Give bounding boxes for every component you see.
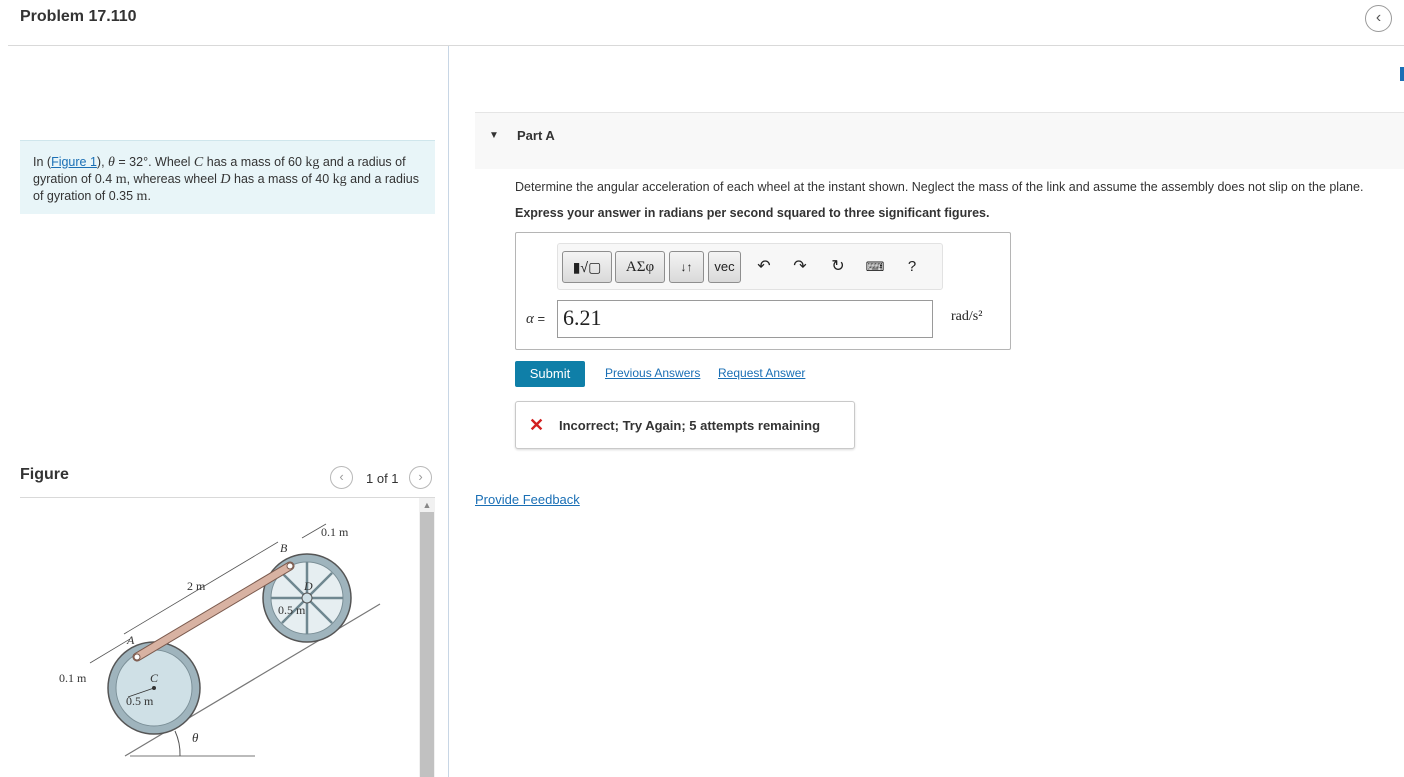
subscript-superscript-button[interactable]: ↓↑ xyxy=(669,251,704,283)
figure-scroll-thumb[interactable] xyxy=(420,512,434,777)
label-c: C xyxy=(150,671,159,685)
instruction-text: Express your answer in radians per secon… xyxy=(515,206,990,220)
figure-diagram: 0.1 m B D 0.5 m 2 m A 0.1 m C 0.5 m θ xyxy=(59,523,381,757)
problem-statement: In (Figure 1), θ = 32°. Wheel C has a ma… xyxy=(20,140,435,214)
reset-icon[interactable]: ↻ xyxy=(826,255,850,279)
submit-button[interactable]: Submit xyxy=(515,361,585,387)
caret-down-icon[interactable]: ▼ xyxy=(489,130,499,141)
undo-icon[interactable]: ↶ xyxy=(752,255,776,279)
redo-icon[interactable]: ↷ xyxy=(788,255,812,279)
templates-button[interactable]: ▮√▢ xyxy=(562,251,612,283)
keyboard-icon[interactable]: ⌨ xyxy=(863,255,887,279)
header: Problem 17.110 ‹ xyxy=(0,0,1404,46)
answer-input[interactable]: 6.21 xyxy=(557,300,933,338)
unit-label: rad/s² xyxy=(951,309,983,324)
label-a: A xyxy=(126,633,135,647)
figure-counter: 1 of 1 xyxy=(366,471,399,486)
chevron-left-icon[interactable]: ‹ xyxy=(330,466,353,489)
chevron-right-icon[interactable]: › xyxy=(409,466,432,489)
label-b: B xyxy=(280,541,288,555)
provide-feedback-link[interactable]: Provide Feedback xyxy=(475,492,580,507)
question-text: Determine the angular acceleration of ea… xyxy=(515,180,1364,194)
scroll-up-icon[interactable]: ▲ xyxy=(419,498,435,512)
label-radius-d: 0.5 m xyxy=(278,603,306,617)
pin-a xyxy=(133,653,141,661)
previous-answers-link[interactable]: Previous Answers xyxy=(605,366,700,380)
x-icon: ✕ xyxy=(529,415,545,435)
label-left-offset: 0.1 m xyxy=(59,671,87,685)
part-a-header[interactable] xyxy=(475,112,1404,169)
header-divider xyxy=(8,45,1404,46)
label-d: D xyxy=(303,579,313,593)
alpha-label: α = xyxy=(526,311,546,327)
angle-arc xyxy=(174,730,181,757)
feedback-text: Incorrect; Try Again; 5 attempts remaini… xyxy=(559,418,821,433)
help-button[interactable]: ? xyxy=(900,255,924,279)
label-link-length: 2 m xyxy=(187,579,206,593)
figure-heading: Figure xyxy=(20,466,69,483)
chevron-left-icon[interactable]: ‹ xyxy=(1365,5,1392,32)
label-top-offset: 0.1 m xyxy=(321,525,349,539)
panel-divider xyxy=(448,46,449,777)
greek-symbols-button[interactable]: ΑΣφ xyxy=(615,251,665,283)
problem-title: Problem 17.110 xyxy=(20,8,137,25)
request-answer-link[interactable]: Request Answer xyxy=(718,366,805,380)
part-title[interactable]: Part A xyxy=(517,128,555,143)
label-radius-c: 0.5 m xyxy=(126,694,154,708)
vector-button[interactable]: vec xyxy=(708,251,741,283)
label-theta: θ xyxy=(192,730,199,745)
scroll-indicator xyxy=(1400,67,1404,81)
figure-link[interactable]: Figure 1 xyxy=(51,155,97,169)
pin-b xyxy=(286,562,294,570)
wheel-d-hub xyxy=(301,592,313,604)
